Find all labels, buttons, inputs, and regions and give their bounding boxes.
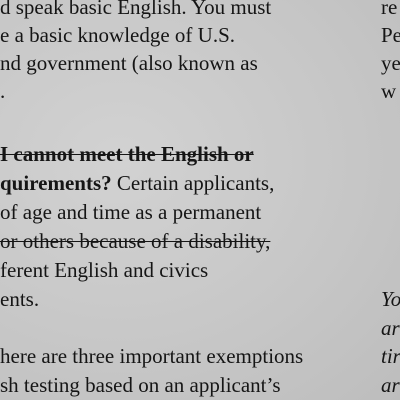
- text-line: Pe: [381, 23, 400, 47]
- struck-text-line: or others because of a disability,: [0, 229, 271, 253]
- italic-text-line: Yo: [381, 287, 400, 311]
- italic-text-line: ar: [381, 373, 400, 397]
- document-page: d speak basic English. You must e a basi…: [0, 0, 400, 400]
- left-text-column: d speak basic English. You must e a basi…: [0, 0, 362, 400]
- italic-text-line: tir: [381, 344, 400, 368]
- text-line: of age and time as a permanent: [0, 200, 262, 224]
- text-line: nd government (also known as: [0, 51, 258, 75]
- text-line: ye: [381, 51, 400, 75]
- text-line: here are three important exemptions: [0, 344, 304, 368]
- text-line: .: [0, 79, 6, 103]
- text-line: re: [381, 0, 398, 19]
- text-fragment: Certain applicants,: [111, 171, 275, 195]
- text-line: quirements? Certain applicants,: [0, 170, 274, 196]
- text-line: d speak basic English. You must: [0, 0, 272, 19]
- section-heading-continued: quirements?: [0, 171, 112, 195]
- text-line: ents.: [0, 287, 40, 311]
- text-line: ferent English and civics: [0, 258, 209, 282]
- italic-text-line: ar: [381, 316, 400, 340]
- right-text-column: re Pe ye w Yo ar tir ar: [381, 0, 400, 400]
- text-line: w: [381, 79, 397, 103]
- text-line: sh testing based on an applicant’s: [0, 373, 281, 397]
- section-heading: I cannot meet the English or: [0, 142, 254, 166]
- text-line: e a basic knowledge of U.S.: [0, 23, 236, 47]
